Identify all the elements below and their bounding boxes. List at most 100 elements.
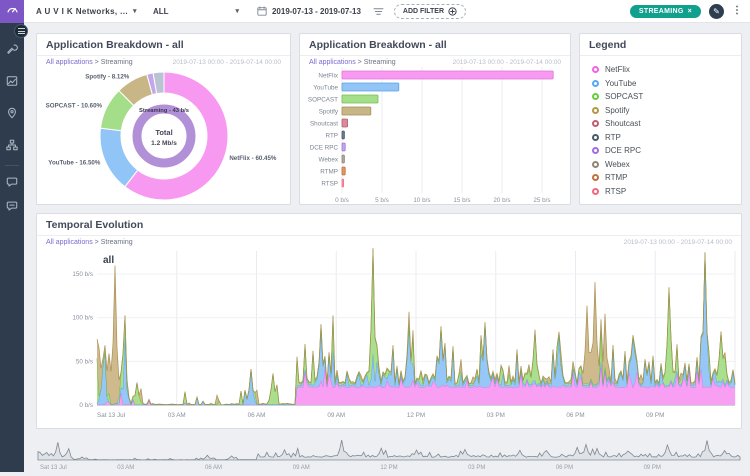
legend-list: NetFlix YouTube SOPCAST Spotify Shoutcast RTP… xyxy=(580,56,741,209)
temporal-evolution-panel: Temporal Evolution All applications > St… xyxy=(36,213,742,429)
panel-date-range: 2019-07-13 00:00 - 2019-07-14 00:00 xyxy=(173,59,281,66)
breadcrumb: All applications > Streaming xyxy=(309,59,396,66)
legend-label: YouTube xyxy=(605,79,636,88)
scope-selector-label: ALL xyxy=(153,7,169,16)
legend-item-rtmp[interactable]: RTMP xyxy=(592,173,729,182)
add-filter-label: ADD FILTER xyxy=(403,8,444,15)
overview-chart-svg[interactable]: Sat 13 Jul03 AM06 AM09 AM12 PM03 PM06 PM… xyxy=(36,433,742,471)
bar-shoutcast[interactable] xyxy=(342,119,348,127)
bar-category-label: RTSP xyxy=(321,181,338,188)
legend-item-netflix[interactable]: NetFlix xyxy=(592,65,729,74)
legend-title: Legend xyxy=(580,34,741,56)
scope-selector[interactable]: ALL ▾ xyxy=(153,7,239,16)
breadcrumb-link[interactable]: All applications xyxy=(46,239,93,246)
legend-item-shoutcast[interactable]: Shoutcast xyxy=(592,119,729,128)
chat-bubble-icon xyxy=(6,175,18,193)
temporal-chart-area[interactable]: 0 b/s50 b/s100 b/s150 b/sSat 13 Jul03 AM… xyxy=(37,247,741,432)
add-filter-button[interactable]: ADD FILTER xyxy=(394,4,466,19)
overview-x-tick: 12 PM xyxy=(380,465,397,471)
donut-chart-svg[interactable]: NetFlix - 60.45%YouTube - 16.50%SOPCAST … xyxy=(37,67,290,202)
bar-category-label: SOPCAST xyxy=(308,97,338,104)
panel-date-range: 2019-07-13 00:00 - 2019-07-14 00:00 xyxy=(624,239,732,246)
filter-chip-label: STREAMING xyxy=(639,8,684,15)
bar-chart-svg[interactable]: 0 b/s5 b/s10 b/s15 b/s20 b/s25 b/sNetFli… xyxy=(300,67,568,205)
more-options-button[interactable]: ⋮ xyxy=(732,6,742,16)
temporal-y-tick: 50 b/s xyxy=(76,358,93,365)
breadcrumb-link[interactable]: All applications xyxy=(309,59,356,66)
sidebar-item-messages[interactable] xyxy=(0,172,24,196)
bar-rtsp[interactable] xyxy=(342,179,344,187)
legend-item-dce-rpc[interactable]: DCE RPC xyxy=(592,146,729,155)
legend-dot xyxy=(592,66,599,73)
bar-category-label: NetFlix xyxy=(318,73,338,80)
filter-chip-streaming[interactable]: STREAMING × xyxy=(630,5,701,18)
sidebar-item-dashboard[interactable] xyxy=(0,0,24,23)
overview-x-tick: 09 PM xyxy=(644,465,661,471)
temporal-x-tick: 06 AM xyxy=(248,412,266,419)
bar-x-tick: 20 b/s xyxy=(493,197,510,204)
overview-x-tick: 03 PM xyxy=(468,465,485,471)
legend-label: SOPCAST xyxy=(605,92,643,101)
legend-label: Webex xyxy=(605,160,630,169)
legend-item-sopcast[interactable]: SOPCAST xyxy=(592,92,729,101)
donut-inner-ring-label: Streaming - 43 b/s xyxy=(139,108,189,114)
bar-rtp[interactable] xyxy=(342,131,344,139)
breadcrumb-current: Streaming xyxy=(364,59,396,66)
legend-dot xyxy=(592,174,599,181)
overview-x-tick: Sat 13 Jul xyxy=(40,465,67,471)
bar-sopcast[interactable] xyxy=(342,95,378,103)
date-range-picker[interactable]: 2019-07-13 - 2019-07-13 xyxy=(257,6,361,16)
sidebar-collapse-toggle[interactable] xyxy=(14,24,28,38)
sidebar-item-reports[interactable] xyxy=(0,71,24,95)
bar-netflix[interactable] xyxy=(342,71,553,79)
bar-rtmp[interactable] xyxy=(342,167,345,175)
legend-label: RTP xyxy=(605,133,621,142)
legend-item-rtp[interactable]: RTP xyxy=(592,133,729,142)
overview-area[interactable] xyxy=(38,440,740,460)
bar-youtube[interactable] xyxy=(342,83,399,91)
legend-item-rtsp[interactable]: RTSP xyxy=(592,187,729,196)
bar-spotify[interactable] xyxy=(342,107,371,115)
temporal-x-tick: 09 AM xyxy=(327,412,345,419)
legend-label: Shoutcast xyxy=(605,119,641,128)
temporal-chart-svg[interactable]: 0 b/s50 b/s100 b/s150 b/sSat 13 Jul03 AM… xyxy=(37,247,741,427)
network-icon xyxy=(6,138,18,156)
donut-slice-youtube[interactable] xyxy=(100,128,138,187)
overview-x-tick: 06 PM xyxy=(556,465,573,471)
edit-button[interactable]: ✎ xyxy=(709,4,724,19)
breadcrumb-separator: > xyxy=(95,59,99,66)
bar-x-tick: 25 b/s xyxy=(533,197,550,204)
bar-chart-area[interactable]: 0 b/s5 b/s10 b/s15 b/s20 b/s25 b/sNetFli… xyxy=(300,67,570,210)
panel-date-range: 2019-07-13 00:00 - 2019-07-14 00:00 xyxy=(453,59,561,66)
donut-chart-area[interactable]: NetFlix - 60.45%YouTube - 16.50%SOPCAST … xyxy=(37,67,290,207)
temporal-x-tick: Sat 13 Jul xyxy=(97,412,125,419)
legend-dot xyxy=(592,161,599,168)
panel-title: Application Breakdown - all xyxy=(300,34,570,56)
temporal-x-tick: 03 PM xyxy=(487,412,505,419)
legend-label: NetFlix xyxy=(605,65,630,74)
legend-dot xyxy=(592,120,599,127)
panel-title: Application Breakdown - all xyxy=(37,34,290,56)
legend-item-webex[interactable]: Webex xyxy=(592,160,729,169)
network-selector[interactable]: A U V I K Networks, ... ▾ xyxy=(36,7,137,16)
sidebar xyxy=(0,0,24,472)
close-icon[interactable]: × xyxy=(688,8,692,15)
bar-category-label: RTMP xyxy=(320,169,338,176)
breadcrumb-current: Streaming xyxy=(101,59,133,66)
bar-dce-rpc[interactable] xyxy=(342,143,345,151)
network-selector-label: A U V I K Networks, ... xyxy=(36,7,128,16)
overview-brush-chart[interactable]: Sat 13 Jul03 AM06 AM09 AM12 PM03 PM06 PM… xyxy=(36,433,742,471)
legend-panel: Legend NetFlix YouTube SOPCAST Spotify Shout… xyxy=(579,33,742,205)
sidebar-item-tools[interactable] xyxy=(0,39,24,63)
donut-slice-label: NetFlix - 60.45% xyxy=(229,155,277,162)
sidebar-item-locations[interactable] xyxy=(0,103,24,127)
bar-webex[interactable] xyxy=(342,155,344,163)
sidebar-item-topology[interactable] xyxy=(0,135,24,159)
temporal-x-tick: 06 PM xyxy=(566,412,584,419)
breadcrumb-link[interactable]: All applications xyxy=(46,59,93,66)
legend-dot xyxy=(592,188,599,195)
legend-item-spotify[interactable]: Spotify xyxy=(592,106,729,115)
sidebar-item-support[interactable] xyxy=(0,196,24,220)
legend-item-youtube[interactable]: YouTube xyxy=(592,79,729,88)
filter-icon[interactable] xyxy=(373,7,384,16)
